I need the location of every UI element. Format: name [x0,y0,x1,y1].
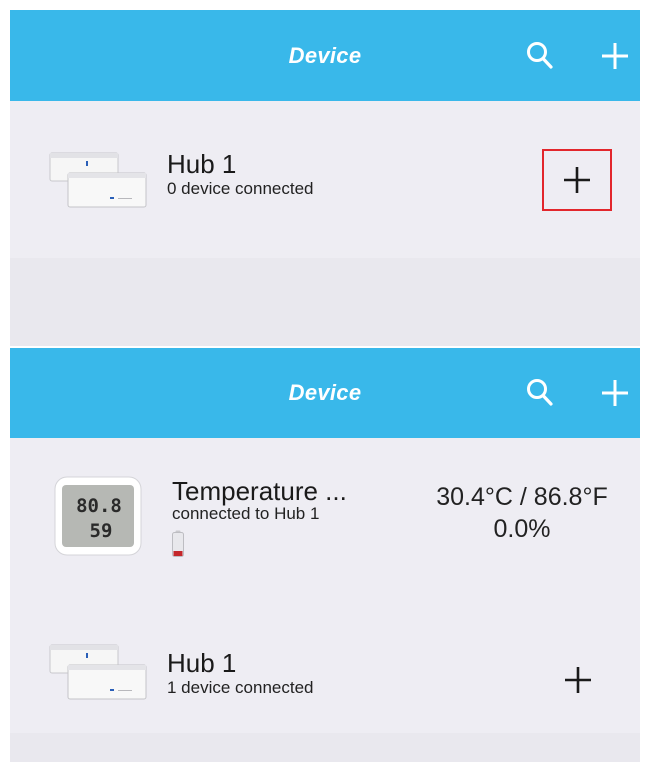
device-status: connected to Hub 1 [172,504,320,523]
thumb-humidity-text: 59 [90,520,113,542]
plus-icon [602,380,628,406]
add-to-hub-button[interactable] [548,650,608,710]
search-icon [527,379,553,406]
plus-icon [602,42,628,69]
device-status: 1 device connected [167,678,314,697]
device-name: Hub 1 [167,648,237,678]
search-button[interactable] [515,348,565,438]
hub-thumbnail [49,644,147,700]
device-status: 0 device connected [167,179,314,198]
device-screen-after: Device 80.8 59 Temperature ... connected… [10,348,640,762]
hub-thumbnail [49,152,147,208]
device-row-temperature-sensor[interactable]: 80.8 59 Temperature ... connected to Hub… [10,438,640,598]
app-header: Device [10,348,640,438]
device-name: Temperature ... [172,476,347,506]
thumb-temp-text: 80.8 [76,495,122,517]
plus-icon [565,667,591,693]
add-device-button[interactable] [590,348,640,438]
temperature-reading: 30.4°C / 86.8°F [436,483,608,511]
humidity-reading: 0.0% [493,515,551,543]
thermo-hygrometer-thumbnail: 80.8 59 [54,476,142,556]
device-name: Hub 1 [167,149,237,179]
device-screen-before: Device Hub 1 0 device connected [10,10,640,346]
app-header: Device [10,10,640,101]
device-row-hub[interactable]: Hub 1 1 device connected [10,598,640,733]
list-footer-space [10,733,640,762]
search-icon [527,41,553,69]
battery-icon [172,530,184,557]
add-to-hub-button[interactable] [542,149,612,211]
list-footer-space [10,258,640,346]
device-row-hub[interactable]: Hub 1 0 device connected [10,101,640,258]
add-device-button[interactable] [590,10,640,101]
plus-icon [564,167,590,193]
search-button[interactable] [515,10,565,101]
